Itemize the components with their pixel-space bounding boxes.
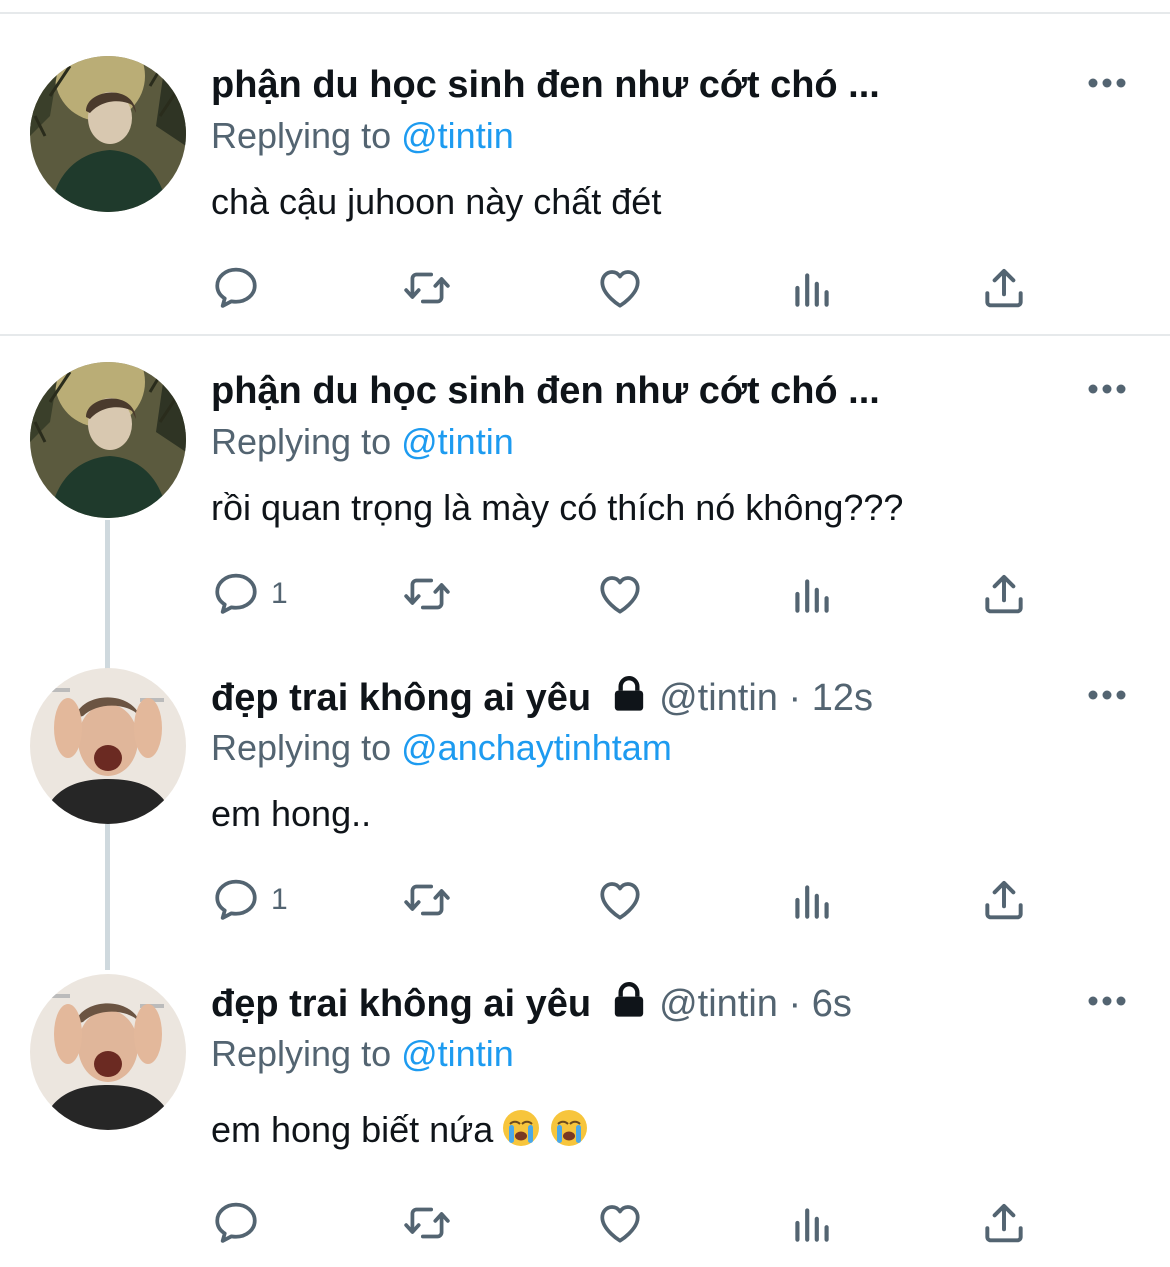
mention-link[interactable]: @tintin [401,115,514,156]
reply-count: 1 [271,577,288,610]
timestamp[interactable]: · 12s [788,677,872,719]
retweet-icon [399,263,455,313]
action-bar [211,1198,1061,1248]
mention-link[interactable]: @anchaytinhtam [401,727,672,768]
share-button[interactable] [979,263,1029,313]
mention-link[interactable]: @tintin [401,421,514,462]
handle[interactable]: @tintin [659,983,778,1025]
tweet[interactable]: phận du học sinh đen như cớt chó ... Rep… [0,0,1170,334]
reply-icon [211,1198,261,1248]
share-icon [979,875,1029,925]
replying-to: Replying to @tintin [211,1032,514,1076]
replying-label: Replying to [211,421,392,462]
reply-button[interactable] [211,263,271,313]
share-button[interactable] [979,875,1029,925]
display-name[interactable]: đẹp trai không ai yêu @tintin · 12s [211,674,873,721]
more-icon[interactable] [1086,994,1128,1008]
more-icon[interactable] [1086,76,1128,90]
more-icon[interactable] [1086,382,1128,396]
reply-button[interactable]: 1 [211,875,288,925]
like-icon [595,569,645,619]
analytics-button[interactable] [787,263,837,313]
reply-icon [211,875,261,925]
action-bar: 1 [211,569,1061,619]
action-bar [211,263,1061,313]
avatar[interactable] [30,56,186,212]
reply-icon [211,569,261,619]
reply-button[interactable]: 1 [211,569,288,619]
analytics-icon [787,875,837,925]
timestamp[interactable]: · 6s [788,983,851,1025]
display-name[interactable]: phận du học sinh đen như cớt chó ... [211,62,880,108]
share-button[interactable] [979,1198,1029,1248]
retweet-button[interactable] [399,263,455,313]
reply-icon [211,263,261,313]
lock-icon [609,674,649,714]
share-icon [979,1198,1029,1248]
mention-link[interactable]: @tintin [401,1033,514,1074]
like-button[interactable] [595,1198,645,1248]
tweet-text: chà cậu juhoon này chất đét [211,181,662,222]
more-icon[interactable] [1086,688,1128,702]
like-button[interactable] [595,569,645,619]
like-button[interactable] [595,263,645,313]
like-icon [595,1198,645,1248]
tweet[interactable]: phận du học sinh đen như cớt chó ... Rep… [0,336,1170,642]
tweet-text: em hong.. [211,793,372,834]
retweet-icon [399,875,455,925]
replying-label: Replying to [211,727,392,768]
analytics-button[interactable] [787,1198,837,1248]
reply-button[interactable] [211,1198,271,1248]
crying-face-emoji [549,1108,589,1148]
like-icon [595,875,645,925]
crying-face-emoji [501,1108,541,1148]
analytics-icon [787,1198,837,1248]
retweet-icon [399,1198,455,1248]
tweet-text-content: em hong biết nứa [211,1109,494,1150]
retweet-button[interactable] [399,875,455,925]
avatar[interactable] [30,974,186,1130]
share-icon [979,569,1029,619]
replying-label: Replying to [211,1033,392,1074]
share-icon [979,263,1029,313]
display-name[interactable]: phận du học sinh đen như cớt chó ... [211,368,880,414]
avatar[interactable] [30,362,186,518]
display-name-text[interactable]: đẹp trai không ai yêu [211,983,591,1025]
display-name[interactable]: đẹp trai không ai yêu @tintin · 6s [211,980,852,1027]
display-name-text[interactable]: phận du học sinh đen như cớt chó ... [211,64,880,106]
analytics-icon [787,263,837,313]
retweet-button[interactable] [399,569,455,619]
retweet-icon [399,569,455,619]
tweet[interactable]: đẹp trai không ai yêu @tintin · 12s Reply… [0,642,1170,948]
like-button[interactable] [595,875,645,925]
action-bar: 1 [211,875,1061,925]
display-name-text[interactable]: phận du học sinh đen như cớt chó ... [211,370,880,412]
tweet[interactable]: đẹp trai không ai yêu @tintin · 6s Replyi… [0,948,1170,1267]
retweet-button[interactable] [399,1198,455,1248]
like-icon [595,263,645,313]
tweet-text: rồi quan trọng là mày có thích nó không?… [211,487,904,528]
replying-to: Replying to @tintin [211,420,514,464]
replying-to: Replying to @anchaytinhtam [211,726,672,770]
tweet-text: em hong biết nứa [211,1108,589,1152]
share-button[interactable] [979,569,1029,619]
avatar[interactable] [30,668,186,824]
analytics-button[interactable] [787,569,837,619]
handle[interactable]: @tintin [659,677,778,719]
display-name-text[interactable]: đẹp trai không ai yêu [211,677,591,719]
replying-label: Replying to [211,115,392,156]
analytics-icon [787,569,837,619]
replying-to: Replying to @tintin [211,114,514,158]
reply-count: 1 [271,883,288,916]
analytics-button[interactable] [787,875,837,925]
lock-icon [609,980,649,1020]
